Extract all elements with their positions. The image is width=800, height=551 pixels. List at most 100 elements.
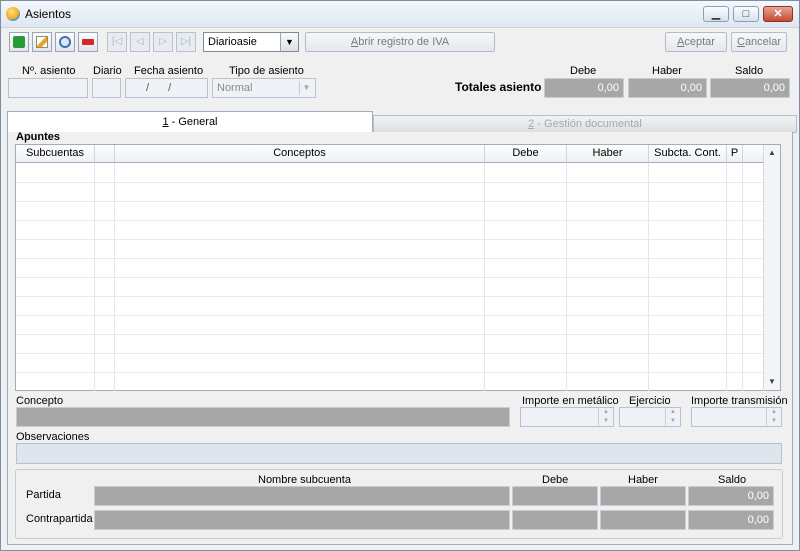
tipo-value: Normal (217, 82, 253, 94)
chevron-down-icon[interactable]: ▼ (280, 33, 298, 51)
col-subcuentas[interactable]: Subcuentas (16, 145, 95, 163)
table-row[interactable] (16, 277, 764, 278)
spin-up-icon[interactable]: ▲ (665, 408, 680, 417)
scroll-down-icon[interactable]: ▼ (764, 374, 780, 390)
window-title: Asientos (25, 7, 72, 21)
tab-gestion-documental[interactable]: 2 - Gestión documental (373, 115, 797, 133)
title-bar: Asientos ▁ □ ✕ (1, 1, 799, 28)
table-row[interactable] (16, 315, 764, 316)
search-button[interactable] (55, 32, 75, 52)
tipo-label: Tipo de asiento (229, 65, 304, 77)
edit-icon (36, 36, 48, 48)
maximize-button[interactable]: □ (733, 6, 759, 22)
concepto-field[interactable] (16, 407, 510, 427)
chevron-down-icon[interactable]: ▼ (299, 81, 313, 95)
diario-select-value: Diarioasie (208, 36, 257, 48)
table-row[interactable] (16, 353, 764, 354)
col-extra[interactable] (743, 145, 764, 163)
apuntes-title: Apuntes (16, 131, 60, 143)
table-row[interactable] (16, 372, 764, 373)
last-record-button[interactable]: ▷| (176, 32, 196, 52)
table-row[interactable] (16, 296, 764, 297)
partida-debe-field (512, 486, 598, 506)
maximize-icon: □ (742, 8, 750, 20)
col-subcta-cont[interactable]: Subcta. Cont. (649, 145, 727, 163)
next-record-button[interactable]: ▷ (153, 32, 173, 52)
col-debe[interactable]: Debe (485, 145, 567, 163)
diario-field[interactable] (92, 78, 121, 98)
last-icon: ▷| (180, 36, 192, 47)
totales-haber-label: Haber (652, 65, 682, 77)
first-icon: |◁ (111, 36, 123, 47)
num-asiento-field[interactable] (8, 78, 88, 98)
col-haber[interactable]: Haber (567, 145, 649, 163)
delete-button[interactable] (78, 32, 98, 52)
diario-select[interactable]: Diarioasie ▼ (203, 32, 299, 52)
col-blank[interactable] (95, 145, 115, 163)
cancel-label: ancelar (744, 36, 782, 48)
spin-up-icon[interactable]: ▲ (766, 408, 781, 417)
ejercicio-field[interactable]: ▲ ▼ (619, 407, 681, 427)
contrapartida-haber-field (600, 510, 686, 530)
totales-haber-field: 0,00 (628, 78, 707, 98)
partida-saldo-field: 0,00 (688, 486, 774, 506)
prev-record-button[interactable]: ◁ (130, 32, 150, 52)
apuntes-grid[interactable]: Subcuentas Conceptos Debe Haber Subcta. … (15, 144, 781, 391)
observaciones-field[interactable] (16, 443, 782, 464)
table-row[interactable] (16, 334, 764, 335)
cancel-button[interactable]: Cancelar (731, 32, 787, 52)
grid-scrollbar[interactable]: ▲ ▼ (763, 145, 780, 390)
summary-debe-label: Debe (542, 474, 569, 486)
importe-transmision-field[interactable]: ▲ ▼ (691, 407, 782, 427)
totales-saldo-label: Saldo (735, 65, 764, 77)
edit-button[interactable] (32, 32, 52, 52)
cancel-accel: C (736, 36, 745, 48)
spin-down-icon[interactable]: ▼ (598, 417, 613, 426)
totales-debe-label: Debe (570, 65, 597, 77)
tipo-select[interactable]: Normal ▼ (212, 78, 316, 98)
fecha-label: Fecha asiento (134, 65, 204, 77)
summary-saldo-label: Saldo (718, 474, 747, 486)
add-button[interactable] (9, 32, 29, 52)
tab-general[interactable]: 1 - General (7, 111, 373, 133)
summary-nombre-label: Nombre subcuenta (258, 474, 351, 486)
observaciones-label: Observaciones (16, 431, 90, 443)
tab-strip: 1 - General 2 - Gestión documental (7, 111, 797, 133)
summary-haber-label: Haber (628, 474, 658, 486)
importe-metalico-field[interactable]: ▲ ▼ (520, 407, 614, 427)
close-button[interactable]: ✕ (763, 6, 793, 22)
table-row[interactable] (16, 182, 764, 183)
spin-down-icon[interactable]: ▼ (665, 417, 680, 426)
col-conceptos[interactable]: Conceptos (115, 145, 485, 163)
accept-label: ceptar (684, 36, 715, 48)
scroll-up-icon[interactable]: ▲ (764, 145, 780, 161)
contrapartida-nombre-field (94, 510, 510, 530)
iva-register-button[interactable]: Abrir registro de IVA (305, 32, 495, 52)
tab-general-label: - General (168, 116, 218, 128)
totales-debe-value: 0,00 (597, 82, 619, 94)
totales-debe-field: 0,00 (544, 78, 624, 98)
contrapartida-saldo-field: 0,00 (688, 510, 774, 530)
table-row[interactable] (16, 220, 764, 221)
diario-label: Diario (93, 65, 122, 77)
partida-haber-field (600, 486, 686, 506)
partida-nombre-field (94, 486, 510, 506)
fecha-field[interactable]: / / (125, 78, 208, 98)
accept-button[interactable]: Aceptar (665, 32, 727, 52)
col-p[interactable]: P (727, 145, 743, 163)
ejercicio-label: Ejercicio (629, 395, 671, 407)
first-record-button[interactable]: |◁ (107, 32, 127, 52)
table-row[interactable] (16, 258, 764, 259)
add-icon (13, 36, 25, 48)
minimize-icon: ▁ (711, 8, 721, 20)
spin-up-icon[interactable]: ▲ (598, 408, 613, 417)
app-icon (6, 7, 20, 21)
table-row[interactable] (16, 239, 764, 240)
close-icon: ✕ (773, 8, 783, 20)
next-icon: ▷ (159, 36, 167, 47)
spin-down-icon[interactable]: ▼ (766, 417, 781, 426)
table-row[interactable] (16, 201, 764, 202)
contrapartida-label: Contrapartida (26, 513, 93, 525)
asientos-window: Asientos ▁ □ ✕ |◁ ◁ ▷ ▷| Diarioasie ▼ Ab… (0, 0, 800, 551)
minimize-button[interactable]: ▁ (703, 6, 729, 22)
